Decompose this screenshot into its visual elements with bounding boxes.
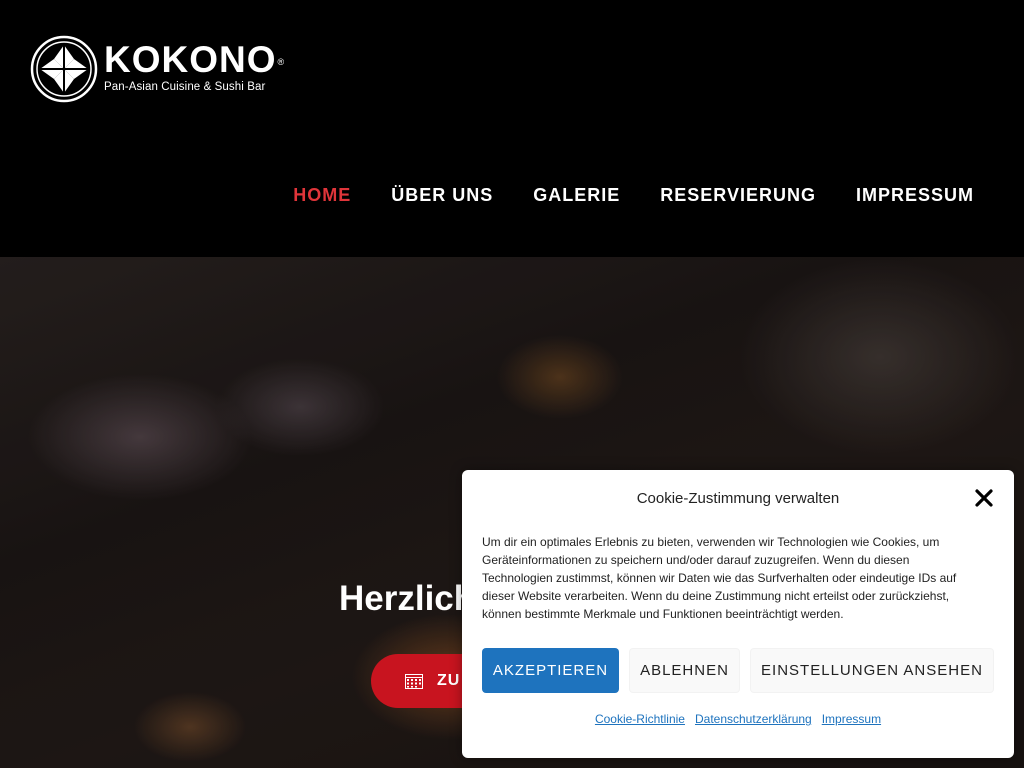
- nav-item-galerie[interactable]: GALERIE: [533, 185, 620, 206]
- kokono-logo-icon: [30, 35, 98, 103]
- registered-mark: ®: [277, 56, 286, 67]
- imprint-link[interactable]: Impressum: [822, 712, 881, 726]
- hero-button-label: ZU: [437, 672, 461, 689]
- cookie-button-row: AKZEPTIEREN ABLEHNEN EINSTELLUNGEN ANSEH…: [482, 648, 994, 693]
- nav-item-home[interactable]: HOME: [293, 185, 351, 206]
- brand-tagline: Pan-Asian Cuisine & Sushi Bar: [104, 80, 266, 93]
- close-icon[interactable]: [974, 488, 994, 508]
- cookie-dialog-title: Cookie-Zustimmung verwalten: [636, 490, 840, 507]
- nav-item-reservierung[interactable]: RESERVIERUNG: [660, 185, 816, 206]
- deny-button[interactable]: ABLEHNEN: [629, 648, 740, 693]
- nav-item-impressum[interactable]: IMPRESSUM: [856, 185, 974, 206]
- cookie-dialog-text: Um dir ein optimales Erlebnis zu bieten,…: [482, 535, 957, 621]
- calendar-icon: [405, 674, 423, 689]
- cookie-consent-dialog: Cookie-Zustimmung verwalten Um dir ein o…: [462, 470, 1014, 758]
- privacy-policy-link[interactable]: Datenschutzerklärung: [695, 712, 812, 726]
- cookie-links: Cookie-Richtlinie Datenschutzerklärung I…: [462, 712, 1014, 726]
- cookie-policy-link[interactable]: Cookie-Richtlinie: [595, 712, 685, 726]
- nav-item-ueber-uns[interactable]: ÜBER UNS: [391, 185, 493, 206]
- hero-title: Herzlich: [339, 579, 476, 618]
- main-nav: HOME ÜBER UNS GALERIE RESERVIERUNG IMPRE…: [293, 185, 974, 206]
- accept-button[interactable]: AKZEPTIEREN: [482, 648, 619, 693]
- brand-name: KOKONO: [104, 38, 277, 80]
- site-header: KOKONO ® Pan-Asian Cuisine & Sushi Bar HO…: [0, 0, 1024, 257]
- logo[interactable]: KOKONO ® Pan-Asian Cuisine & Sushi Bar: [30, 34, 285, 104]
- view-preferences-button[interactable]: EINSTELLUNGEN ANSEHEN: [750, 648, 994, 693]
